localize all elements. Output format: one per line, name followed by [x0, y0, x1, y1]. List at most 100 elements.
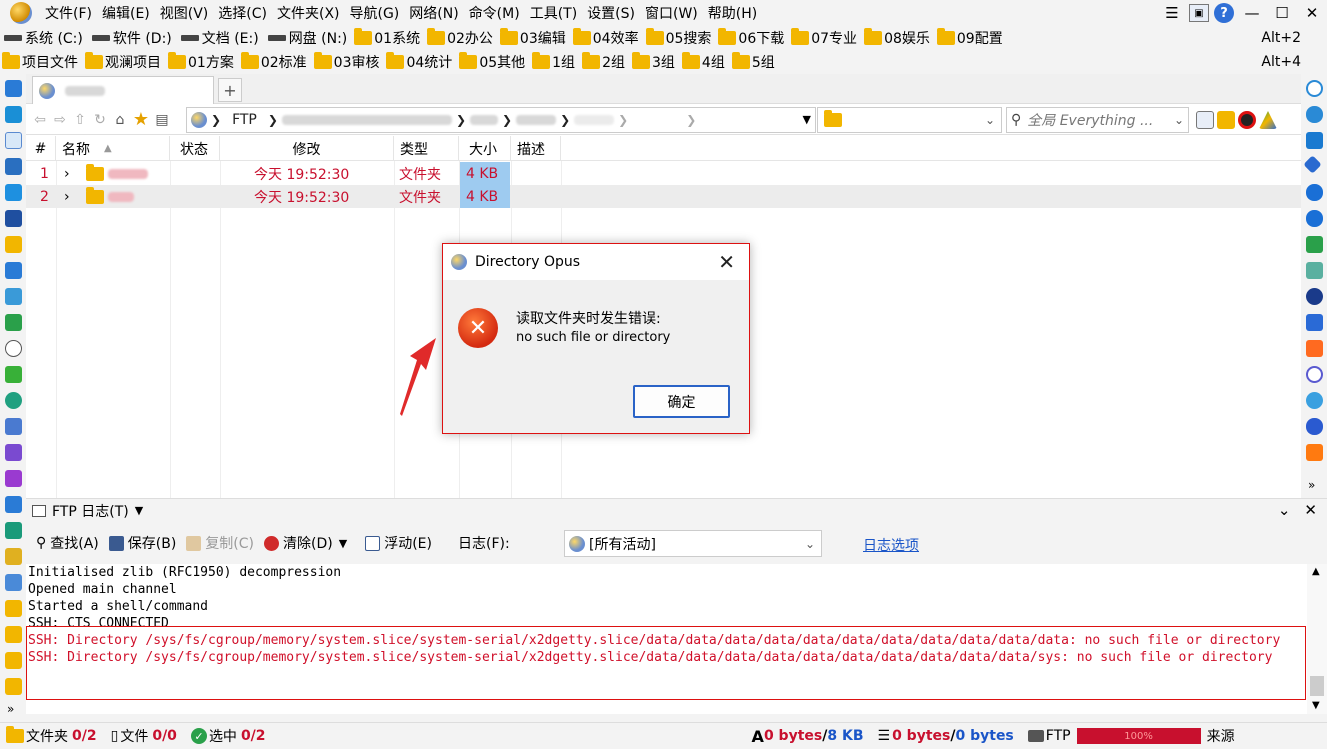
col-status[interactable]: 状态 — [170, 136, 220, 161]
help-icon[interactable]: ? — [1214, 3, 1234, 23]
orange-app-icon[interactable] — [1306, 340, 1323, 357]
scroll-up-icon[interactable]: ▲ — [1312, 566, 1320, 577]
user-icon[interactable] — [5, 392, 22, 409]
expand-chevron-icon[interactable]: › — [64, 185, 70, 208]
log-filter-select[interactable]: [所有活动] ⌄ — [564, 530, 822, 557]
menu-navigate[interactable]: 导航(G) — [345, 3, 405, 23]
network-computer-icon[interactable] — [5, 158, 22, 175]
favorite-folder[interactable]: 09配置 — [935, 28, 1008, 48]
chevron-down-icon[interactable]: ⌄ — [805, 537, 815, 551]
project-folder[interactable]: 01方案 — [166, 52, 239, 72]
recycle-icon[interactable] — [5, 132, 22, 149]
float-button[interactable]: 浮动(E) — [365, 533, 432, 553]
folder-combo[interactable]: ⌄ — [817, 107, 1002, 133]
favorite-folder[interactable]: 01系统 — [352, 28, 425, 48]
chevron-down-icon[interactable]: ▼ — [339, 537, 347, 550]
project-folder[interactable]: 3组 — [630, 52, 680, 72]
dialog-close-button[interactable]: ✕ — [718, 250, 735, 274]
favorite-folder[interactable]: 07专业 — [789, 28, 862, 48]
close-icon[interactable]: ✕ — [1304, 501, 1317, 519]
project-folder[interactable]: 5组 — [730, 52, 780, 72]
menu-edit[interactable]: 编辑(E) — [97, 3, 155, 23]
project-folder[interactable]: 04统计 — [384, 52, 457, 72]
ring-app-icon[interactable] — [1306, 366, 1323, 383]
share-export-icon[interactable] — [1306, 236, 1323, 253]
spreadsheet-icon[interactable] — [5, 522, 22, 539]
drive-n[interactable]: 网盘 (N:) — [264, 28, 353, 48]
clear-button[interactable]: 清除(D) ▼ — [264, 533, 347, 553]
share-icon[interactable] — [5, 314, 22, 331]
chevron-down-icon[interactable]: ▼ — [135, 504, 143, 517]
log-panel-title[interactable]: FTP 日志(T) — [52, 501, 129, 521]
col-type[interactable]: 类型 — [394, 136, 459, 161]
col-description[interactable]: 描述 — [511, 136, 561, 161]
favorite-folder[interactable]: 02办公 — [425, 28, 498, 48]
find-icon[interactable] — [1196, 111, 1214, 129]
picture-icon[interactable] — [5, 262, 22, 279]
new-tab-button[interactable]: + — [218, 78, 242, 102]
copy-button[interactable]: 复制(C) — [186, 533, 254, 553]
favorite-folder[interactable]: 03编辑 — [498, 28, 571, 48]
folder-tools-icon[interactable] — [1217, 111, 1235, 129]
drive-triangle-icon[interactable] — [1259, 111, 1277, 129]
refresh-icon[interactable] — [1306, 80, 1323, 97]
chevron-down-icon[interactable]: ⌄ — [1174, 113, 1184, 127]
baidu-cloud-icon[interactable] — [1306, 418, 1323, 435]
col-modified[interactable]: 修改 — [220, 136, 394, 161]
home-icon[interactable]: ⌂ — [110, 112, 130, 128]
clock-icon[interactable] — [5, 340, 22, 357]
window-icon[interactable] — [5, 106, 22, 123]
monitor-icon[interactable] — [5, 80, 22, 97]
flag-app-icon[interactable] — [1306, 444, 1323, 461]
menu-file[interactable]: 文件(F) — [40, 3, 97, 23]
recent-folder-icon[interactable] — [5, 626, 22, 643]
favorite-folder[interactable]: 04效率 — [571, 28, 644, 48]
sync-app-icon[interactable] — [1306, 392, 1323, 409]
layout-menu-icon[interactable]: ☰ — [1157, 0, 1187, 26]
col-name[interactable]: 名称 ▲ — [56, 136, 170, 161]
project-folder[interactable]: 02标准 — [239, 52, 312, 72]
windows-icon[interactable] — [5, 184, 22, 201]
menu-folder[interactable]: 文件夹(X) — [272, 3, 345, 23]
up-arrow-icon[interactable]: ⇧ — [70, 112, 90, 128]
log-options-link[interactable]: 日志选项 — [863, 535, 919, 555]
scroll-thumb[interactable] — [1310, 676, 1324, 696]
menu-window[interactable]: 窗口(W) — [640, 3, 703, 23]
find-button[interactable]: ⚲ 查找(A) — [36, 533, 99, 553]
table-row[interactable]: 1 › 今天 19:52:30 文件夹 4 KB — [26, 162, 1301, 185]
favorite-folder[interactable]: 05搜索 — [644, 28, 717, 48]
powershell-icon[interactable] — [5, 210, 22, 227]
address-book-icon[interactable] — [5, 418, 22, 435]
menu-select[interactable]: 选择(C) — [213, 3, 272, 23]
lister-mode-icon[interactable]: ▣ — [1189, 4, 1209, 22]
onedrive-business-icon[interactable] — [1306, 210, 1323, 227]
more-chevron-icon[interactable]: » — [7, 702, 14, 716]
record-icon[interactable] — [1238, 111, 1256, 129]
cloud-drive-icon[interactable] — [1306, 132, 1323, 149]
menu-command[interactable]: 命令(M) — [464, 3, 525, 23]
tab-ftp[interactable] — [32, 76, 214, 104]
minimize-button[interactable]: — — [1237, 0, 1267, 26]
menu-network[interactable]: 网络(N) — [404, 3, 463, 23]
menu-settings[interactable]: 设置(S) — [582, 3, 640, 23]
log-output[interactable]: Initialised zlib (RFC1950) decompression… — [26, 564, 1307, 714]
video-icon[interactable] — [5, 470, 22, 487]
app-grid-icon[interactable] — [5, 444, 22, 461]
ok-button[interactable]: 确定 — [633, 385, 730, 418]
col-size[interactable]: 大小 — [459, 136, 511, 161]
table-row[interactable]: 2 › 今天 19:52:30 文件夹 4 KB — [26, 185, 1301, 208]
user-folder-icon[interactable] — [5, 600, 22, 617]
menu-view[interactable]: 视图(V) — [155, 3, 214, 23]
collapse-icon[interactable]: ⌄ — [1278, 501, 1291, 519]
back-arrow-icon[interactable]: ⇦ — [30, 112, 50, 128]
chevron-down-icon[interactable]: ⌄ — [985, 113, 995, 127]
project-folder[interactable]: 2组 — [580, 52, 630, 72]
menu-help[interactable]: 帮助(H) — [703, 3, 762, 23]
onedrive-icon[interactable] — [1306, 184, 1323, 201]
triangle-drive-icon[interactable] — [1306, 262, 1323, 279]
chevron-down-icon[interactable]: ▼ — [803, 113, 811, 126]
dropbox-icon[interactable] — [1303, 155, 1322, 174]
drive-e[interactable]: 文档 (E:) — [177, 28, 264, 48]
favorites-star-icon[interactable]: ★ — [130, 109, 152, 130]
drive-d[interactable]: 软件 (D:) — [88, 28, 177, 48]
